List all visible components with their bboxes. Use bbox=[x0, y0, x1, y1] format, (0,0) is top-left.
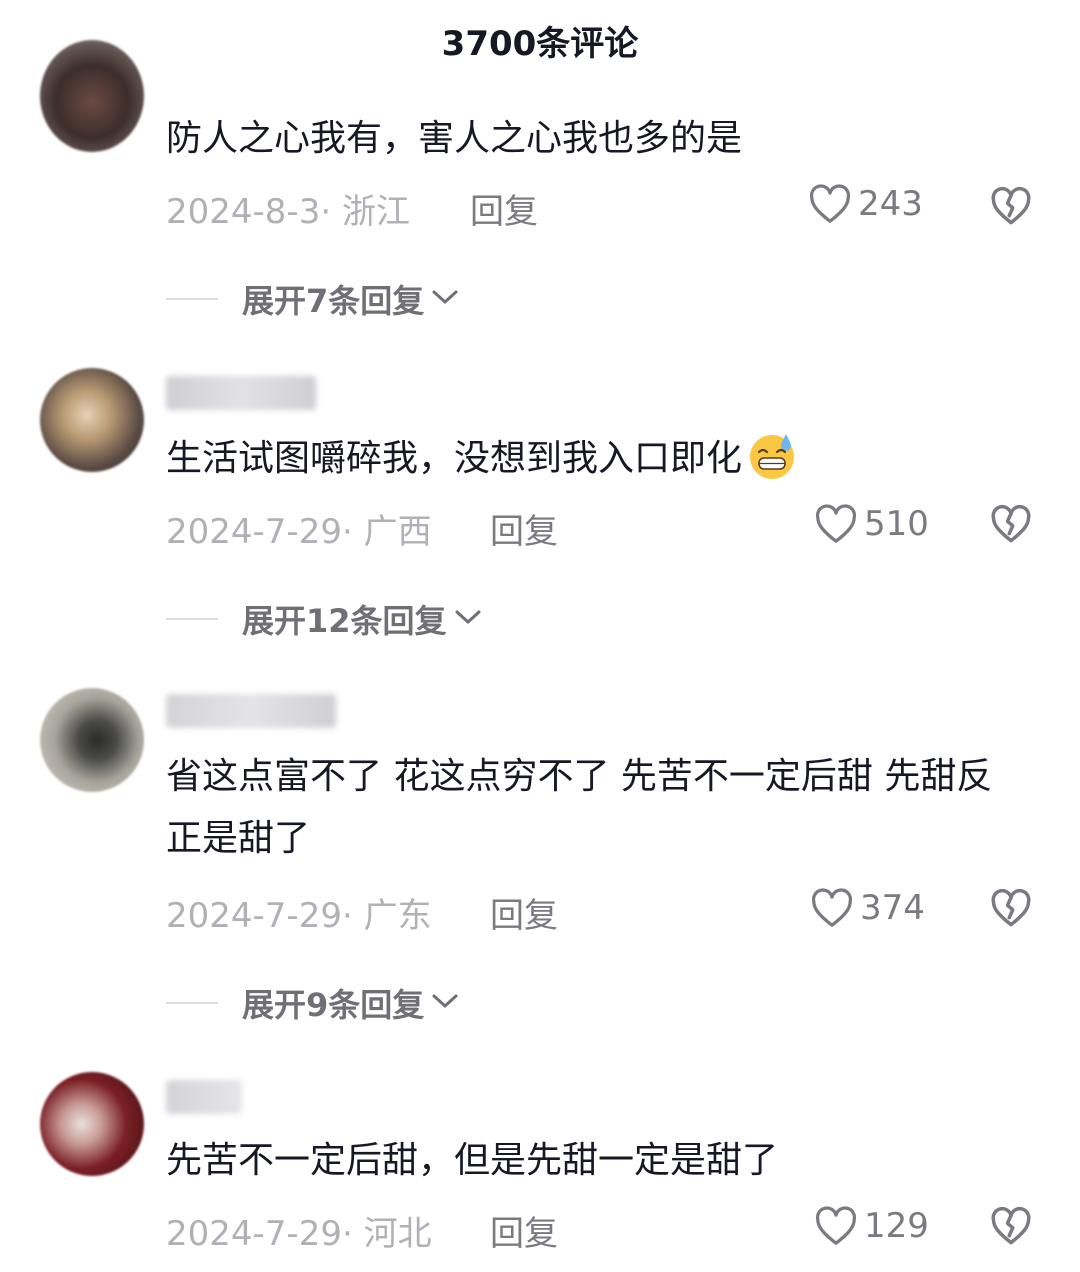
comment-text: 防人之心我有，害人之心我也多的是 bbox=[166, 118, 743, 159]
avatar[interactable] bbox=[40, 688, 144, 792]
comment-text: 先苦不一定后甜，但是先甜一定是甜了 bbox=[166, 1140, 779, 1181]
comment-meta: 2024-7-29· 河北 bbox=[166, 1214, 432, 1254]
heart-outline-icon bbox=[814, 504, 858, 544]
comment-location: 河北 bbox=[363, 1214, 432, 1254]
heart-outline-icon bbox=[808, 184, 852, 224]
username[interactable] bbox=[166, 1080, 242, 1114]
expand-replies-label: 展开9条回复 bbox=[242, 986, 425, 1024]
comment-text: 省这点富不了 花这点穷不了 先苦不一定后甜 先甜反正是甜了 bbox=[166, 756, 993, 859]
broken-heart-icon bbox=[990, 888, 1032, 928]
expand-replies-button[interactable]: 展开12条回复 bbox=[166, 596, 483, 642]
dislike-button[interactable] bbox=[990, 186, 1032, 226]
broken-heart-icon bbox=[990, 1206, 1032, 1246]
comment-location: 广东 bbox=[363, 896, 432, 936]
dislike-button[interactable] bbox=[990, 504, 1032, 544]
comment-text: 生活试图嚼碎我，没想到我入口即化 bbox=[166, 428, 1026, 500]
reply-button[interactable]: 回复 bbox=[470, 184, 538, 233]
dislike-button[interactable] bbox=[990, 1206, 1032, 1246]
expand-replies-label: 展开7条回复 bbox=[242, 282, 425, 320]
like-count: 243 bbox=[858, 184, 923, 224]
avatar[interactable] bbox=[40, 1072, 144, 1176]
chevron-down-icon bbox=[430, 991, 460, 1015]
like-button[interactable]: 243 bbox=[808, 184, 923, 224]
username[interactable] bbox=[166, 376, 316, 410]
expand-divider bbox=[166, 1002, 218, 1004]
expand-replies-button[interactable]: 展开9条回复 bbox=[166, 980, 460, 1026]
like-count: 510 bbox=[864, 504, 929, 544]
chevron-down-icon bbox=[453, 607, 483, 631]
reply-button[interactable]: 回复 bbox=[490, 504, 558, 553]
chevron-down-icon bbox=[430, 287, 460, 311]
expand-divider bbox=[166, 618, 218, 620]
comment-location: 浙江 bbox=[341, 192, 410, 232]
grinning-sweat-emoji bbox=[746, 430, 800, 500]
like-button[interactable]: 510 bbox=[814, 504, 929, 544]
comment-count-title: 3700条评论 bbox=[441, 23, 639, 64]
reply-button[interactable]: 回复 bbox=[490, 888, 558, 937]
comment-meta: 2024-7-29· 广东 bbox=[166, 896, 432, 936]
comment-date: 2024-7-29 bbox=[166, 512, 342, 552]
comment-meta: 2024-8-3· 浙江 bbox=[166, 192, 410, 232]
broken-heart-icon bbox=[990, 186, 1032, 226]
comment-meta: 2024-7-29· 广西 bbox=[166, 512, 432, 552]
comment-date: 2024-8-3 bbox=[166, 192, 321, 232]
like-count: 129 bbox=[864, 1206, 929, 1246]
expand-replies-label: 展开12条回复 bbox=[242, 602, 447, 640]
dislike-button[interactable] bbox=[990, 888, 1032, 928]
avatar[interactable] bbox=[40, 368, 144, 472]
reply-button[interactable]: 回复 bbox=[490, 1206, 558, 1255]
heart-outline-icon bbox=[810, 888, 854, 928]
expand-divider bbox=[166, 298, 218, 300]
heart-outline-icon bbox=[814, 1206, 858, 1246]
broken-heart-icon bbox=[990, 504, 1032, 544]
like-count: 374 bbox=[860, 888, 925, 928]
comment-location: 广西 bbox=[363, 512, 432, 552]
username[interactable] bbox=[166, 694, 336, 728]
avatar[interactable] bbox=[40, 40, 144, 152]
expand-replies-button[interactable]: 展开7条回复 bbox=[166, 276, 460, 322]
like-button[interactable]: 374 bbox=[810, 888, 925, 928]
comments-header: 3700条评论 bbox=[0, 0, 1080, 80]
comment-date: 2024-7-29 bbox=[166, 1214, 342, 1254]
comment-date: 2024-7-29 bbox=[166, 896, 342, 936]
like-button[interactable]: 129 bbox=[814, 1206, 929, 1246]
